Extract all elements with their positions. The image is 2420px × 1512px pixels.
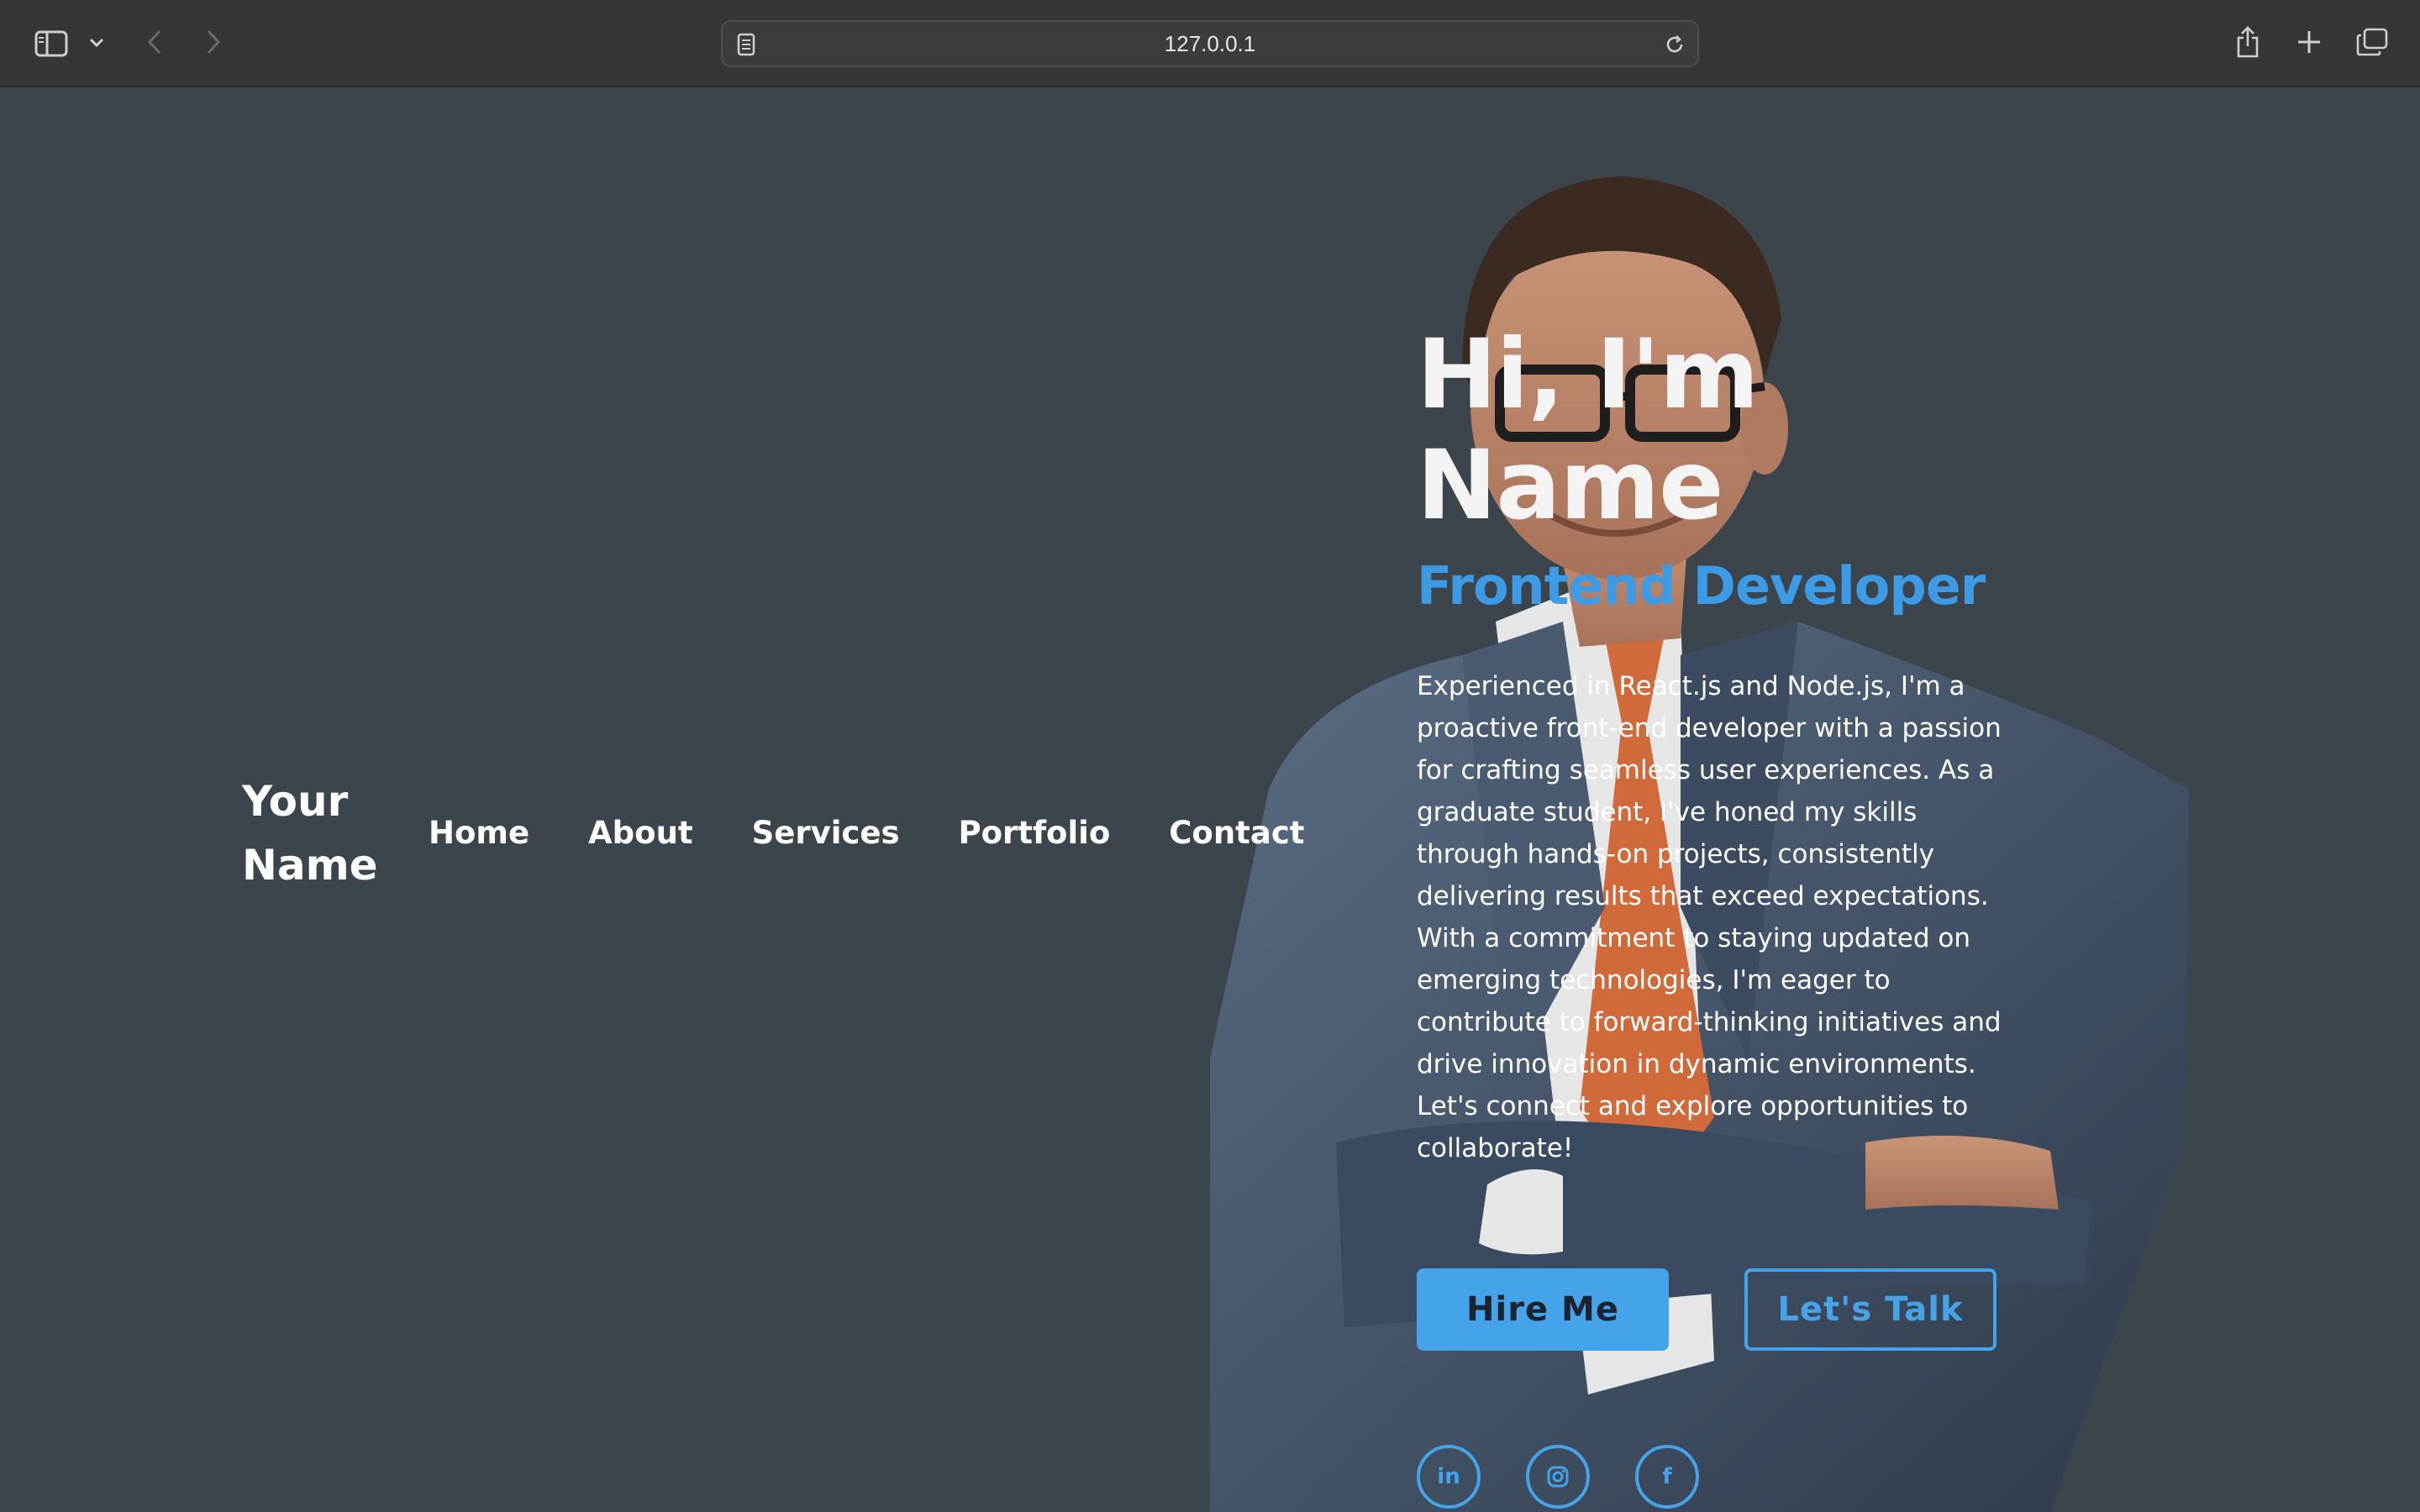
new-tab-icon[interactable] [2292, 25, 2326, 59]
facebook-icon[interactable]: f [1635, 1445, 1699, 1509]
nav-home[interactable]: Home [429, 810, 529, 857]
share-icon[interactable] [2230, 24, 2265, 60]
tabs-overview-icon[interactable] [2354, 25, 2390, 59]
site-logo[interactable]: Your Name [242, 769, 410, 897]
hero-heading: Hi, I'm Name [1417, 318, 1760, 541]
main-nav: Home About Services Portfolio Contact [429, 810, 1363, 857]
browser-toolbar: 127.0.0.1 [0, 0, 2420, 87]
hero-role: Frontend Developer [1417, 555, 1986, 617]
instagram-icon[interactable] [1526, 1445, 1590, 1509]
hero-bio: Experienced in React.js and Node.js, I'm… [1417, 671, 2002, 1163]
address-bar[interactable]: 127.0.0.1 [721, 20, 1699, 67]
hire-me-button[interactable]: Hire Me [1417, 1268, 1669, 1351]
chevron-down-icon[interactable] [84, 30, 109, 55]
url-text: 127.0.0.1 [1164, 30, 1256, 56]
nav-about[interactable]: About [588, 810, 693, 857]
lets-talk-button[interactable]: Let's Talk [1744, 1268, 1996, 1351]
nav-portfolio[interactable]: Portfolio [958, 810, 1110, 857]
back-icon[interactable] [139, 25, 170, 59]
nav-services[interactable]: Services [752, 810, 900, 857]
linkedin-icon[interactable]: in [1417, 1445, 1481, 1509]
hero-section: Hi, I'm Name Frontend Developer Experien… [1417, 319, 2022, 1169]
forward-icon[interactable] [198, 25, 229, 59]
reload-icon[interactable] [1662, 32, 1687, 57]
linkedin-label: in [1437, 1464, 1460, 1489]
facebook-label: f [1662, 1464, 1672, 1489]
nav-contact[interactable]: Contact [1169, 810, 1304, 857]
sidebar-icon[interactable] [30, 25, 72, 62]
